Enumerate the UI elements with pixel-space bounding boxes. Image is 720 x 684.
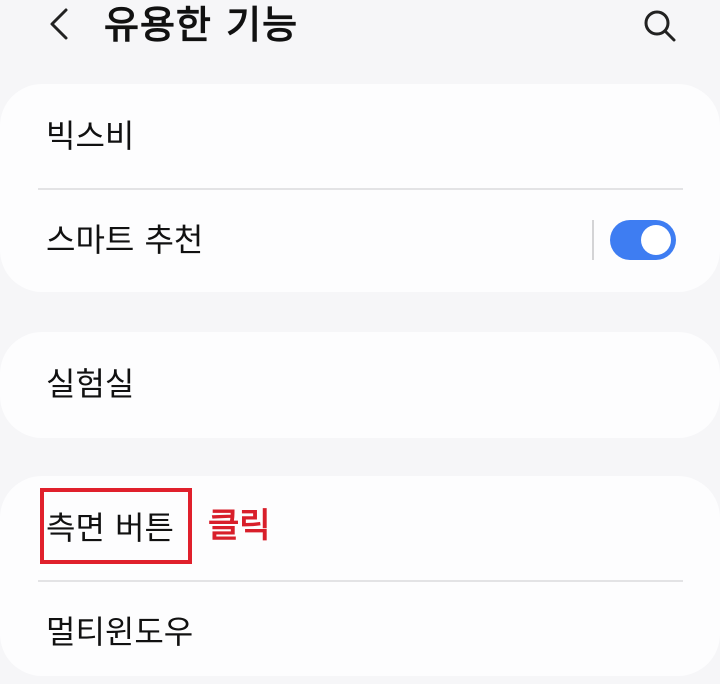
list-item-label: 실험실	[46, 365, 135, 403]
search-icon[interactable]	[640, 4, 680, 44]
click-annotation: 클릭	[208, 506, 271, 546]
back-icon[interactable]	[44, 4, 76, 44]
vertical-separator	[592, 220, 594, 260]
list-item-label: 스마트 추천	[46, 221, 204, 259]
settings-card-labs: 실험실	[0, 332, 720, 438]
highlight-box	[40, 488, 192, 564]
list-item-label: 멀티윈도우	[46, 613, 194, 651]
list-item-multi-window[interactable]: 멀티윈도우	[0, 580, 720, 684]
list-item-label: 빅스비	[46, 117, 135, 155]
list-item-bixby[interactable]: 빅스비	[0, 84, 720, 188]
smart-suggestions-toggle[interactable]	[610, 220, 676, 260]
page-title: 유용한 기능	[104, 3, 299, 47]
app-bar: 유용한 기능	[0, 0, 720, 56]
settings-card-general: 빅스비 스마트 추천	[0, 84, 720, 292]
toggle-knob	[641, 225, 671, 255]
list-item-smart-suggestions[interactable]: 스마트 추천	[0, 188, 720, 292]
list-item-labs[interactable]: 실험실	[0, 332, 720, 436]
